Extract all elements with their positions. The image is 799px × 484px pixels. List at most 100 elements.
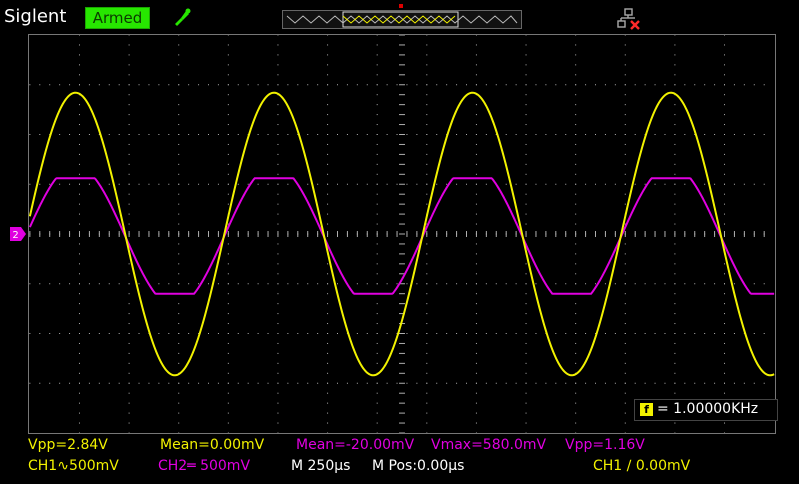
grid-dot	[674, 213, 676, 215]
grid-dot	[118, 283, 120, 285]
grid-dot	[495, 84, 497, 86]
grid-dot	[684, 183, 686, 185]
grid-dot	[327, 412, 329, 414]
grid-dot	[426, 422, 428, 424]
grid-dot	[376, 94, 378, 96]
grid-dot	[356, 183, 358, 185]
grid-dot	[178, 263, 180, 265]
grid-dot	[158, 333, 160, 334]
grid-dot	[366, 84, 368, 86]
grid-dot	[724, 134, 726, 135]
grid-dot	[59, 183, 61, 185]
grid-dot	[535, 382, 537, 384]
grid-dot	[29, 84, 31, 86]
grid-dot	[664, 382, 666, 384]
grid-dot	[327, 372, 329, 374]
grid-dot	[525, 124, 527, 126]
grid-dot	[356, 283, 358, 285]
grid-dot	[277, 253, 279, 255]
grid-dot	[168, 382, 170, 384]
grid-dot	[416, 283, 418, 285]
grid-dot	[277, 153, 279, 155]
grid-dot	[575, 114, 577, 116]
grid-dot	[475, 333, 477, 334]
grid-dot	[277, 323, 279, 325]
grid-dot	[277, 382, 279, 384]
grid-dot	[59, 382, 61, 384]
grid-dot	[555, 333, 557, 334]
grid-dot	[327, 342, 329, 344]
ch2-scale[interactable]: CH2═ 500mV	[158, 458, 250, 474]
grid-dot	[475, 352, 477, 354]
grid-dot	[168, 134, 170, 135]
grid-dot	[624, 203, 626, 205]
grid-dot	[198, 183, 200, 185]
grid-dot	[227, 124, 229, 126]
grid-dot	[614, 333, 616, 334]
grid-dot	[674, 313, 676, 315]
grid-dot	[78, 54, 80, 56]
grid-dot	[406, 183, 408, 185]
grid-dot	[674, 333, 676, 334]
grid-dot	[257, 333, 259, 334]
grid-dot	[327, 352, 329, 354]
grid-dot	[88, 134, 90, 135]
grid-dot	[704, 382, 706, 384]
grid-dot	[78, 372, 80, 374]
grid-dot	[475, 84, 477, 86]
grid-dot	[188, 84, 190, 86]
grid-dot	[168, 183, 170, 185]
ch2-level-marker-icon[interactable]: 2	[10, 227, 26, 241]
grid-dot	[178, 203, 180, 205]
grid-dot	[426, 64, 428, 66]
grid-dot	[277, 74, 279, 76]
grid-dot	[456, 283, 458, 285]
grid-dot	[78, 412, 80, 414]
grid-dot	[505, 183, 507, 185]
grid-dot	[277, 44, 279, 46]
grid-dot	[724, 44, 726, 46]
grid-dot	[128, 382, 130, 384]
grid-dot	[78, 44, 80, 46]
grid-dot	[217, 84, 219, 86]
grid-dot	[376, 342, 378, 344]
grid-dot	[575, 64, 577, 66]
grid-dot	[525, 94, 527, 96]
grid-dot	[227, 372, 229, 374]
grid-dot	[733, 84, 735, 86]
grid-dot	[178, 74, 180, 76]
grid-dot	[724, 372, 726, 374]
grid-dot	[327, 303, 329, 305]
ch1-scale[interactable]: CH1∿500mV	[28, 458, 119, 474]
grid-dot	[466, 183, 468, 185]
grid-dot	[674, 143, 676, 145]
grid-dot	[128, 163, 130, 165]
grid-dot	[178, 422, 180, 424]
grid-dot	[49, 382, 51, 384]
grid-dot	[575, 243, 577, 245]
grid-dot	[376, 134, 378, 135]
grid-dot	[78, 293, 80, 295]
grid-dot	[178, 273, 180, 275]
grid-dot	[575, 333, 577, 334]
grid-dot	[575, 203, 577, 205]
grid-dot	[674, 392, 676, 394]
grid-dot	[406, 84, 408, 86]
grid-dot	[118, 183, 120, 185]
grid-dot	[78, 313, 80, 315]
grid-dot	[475, 313, 477, 315]
grid-dot	[39, 183, 41, 185]
grid-dot	[148, 382, 150, 384]
grid-dot	[515, 134, 517, 135]
grid-dot	[624, 392, 626, 394]
memory-position-bar[interactable]	[282, 10, 522, 29]
grid-dot	[138, 333, 140, 334]
trigger-setting[interactable]: CH1 ∕ 0.00mV	[593, 458, 690, 474]
memory-position-setting[interactable]: M Pos:0.00μs	[372, 458, 464, 474]
grid-dot	[386, 283, 388, 285]
timebase-setting[interactable]: M 250μs	[291, 458, 350, 474]
grid-dot	[426, 143, 428, 145]
grid-dot	[624, 422, 626, 424]
waveform-display[interactable]	[28, 34, 776, 434]
grid-dot	[525, 412, 527, 414]
